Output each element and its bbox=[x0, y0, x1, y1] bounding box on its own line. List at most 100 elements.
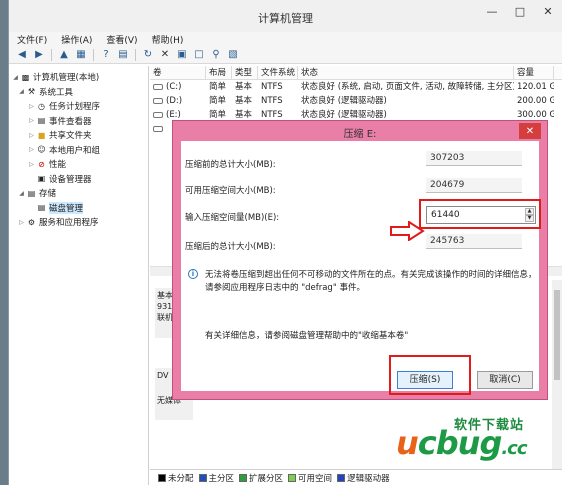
services-icon: ⚙ bbox=[27, 217, 36, 227]
help-icon[interactable]: ? bbox=[99, 48, 113, 62]
back-icon[interactable]: ◀ bbox=[15, 48, 29, 62]
legend-item: 未分配 bbox=[158, 472, 194, 484]
desktop-edge bbox=[0, 0, 8, 485]
show-hide-tree-icon[interactable]: ▦ bbox=[74, 48, 88, 62]
toolbar-separator bbox=[93, 48, 94, 61]
expand-arrow-icon[interactable]: ▷ bbox=[27, 146, 36, 153]
tree-item-event-viewer[interactable]: ▷ ▤ 事件查看器 bbox=[9, 114, 148, 129]
menu-bar: 文件(F) 操作(A) 查看(V) 帮助(H) bbox=[9, 32, 562, 46]
shrink-dialog: 压缩 E: ✕ 压缩前的总计大小(MB): 307203 可用压缩空间大小(MB… bbox=[172, 120, 548, 400]
input-highlight-box bbox=[419, 199, 541, 229]
table-row[interactable]: (C:) 简单 基本 NTFS 状态良好 (系统, 启动, 页面文件, 活动, … bbox=[150, 80, 562, 94]
tree-item-task-scheduler[interactable]: ▷ ◷ 任务计划程序 bbox=[9, 99, 148, 114]
expand-arrow-icon[interactable]: ▷ bbox=[27, 117, 36, 124]
tree-item-performance[interactable]: ▷ ⊘ 性能 bbox=[9, 157, 148, 172]
collapse-arrow-icon[interactable]: ◢ bbox=[17, 88, 26, 95]
total-after-value: 245763 bbox=[426, 234, 522, 249]
toolbar: ◀ ▶ ▲ ▦ ? ▤ ↻ ✕ ▣ □ ⚲ ▧ bbox=[9, 46, 562, 64]
menu-action[interactable]: 操作(A) bbox=[61, 33, 92, 46]
column-header-type[interactable]: 类型 bbox=[232, 66, 258, 79]
users-icon: ☺ bbox=[37, 145, 46, 155]
watermark-brand: ucbug.cc bbox=[396, 424, 528, 462]
tree-item-disk-management[interactable]: ▤ 磁盘管理 bbox=[9, 201, 148, 216]
volume-icon bbox=[153, 111, 163, 118]
open-icon[interactable]: ▣ bbox=[175, 48, 189, 62]
legend-swatch bbox=[337, 473, 346, 482]
legend-item: 可用空间 bbox=[288, 472, 332, 484]
column-header-filesystem[interactable]: 文件系统 bbox=[258, 66, 298, 79]
tree-item-shared-folders[interactable]: ▷ ■ 共享文件夹 bbox=[9, 128, 148, 143]
shrink-amount-label: 输入压缩空间量(MB)(E): bbox=[185, 213, 280, 223]
tree-item-system-tools[interactable]: ◢ ⚒ 系统工具 bbox=[9, 85, 148, 100]
menu-view[interactable]: 查看(V) bbox=[106, 33, 137, 46]
cancel-button[interactable]: 取消(C) bbox=[477, 371, 533, 389]
legend-swatch bbox=[239, 473, 248, 482]
menu-file[interactable]: 文件(F) bbox=[17, 33, 47, 46]
search-icon[interactable]: ⚲ bbox=[209, 48, 223, 62]
column-header-status[interactable]: 状态 bbox=[298, 66, 514, 79]
close-button[interactable]: ✕ bbox=[534, 0, 562, 22]
window-controls: — □ ✕ bbox=[478, 0, 562, 22]
expand-arrow-icon[interactable]: ▷ bbox=[17, 219, 26, 226]
delete-icon[interactable]: ✕ bbox=[158, 48, 172, 62]
event-viewer-icon: ▤ bbox=[37, 116, 46, 126]
performance-icon: ⊘ bbox=[38, 159, 45, 169]
expand-arrow-icon[interactable]: ▷ bbox=[27, 161, 36, 168]
scrollbar-thumb[interactable] bbox=[554, 290, 560, 380]
toolbar-separator bbox=[51, 48, 52, 61]
legend-swatch bbox=[158, 473, 166, 482]
column-header-capacity[interactable]: 容量 bbox=[514, 66, 554, 79]
export-icon[interactable]: ▧ bbox=[226, 48, 240, 62]
volume-icon bbox=[153, 83, 163, 90]
forward-icon[interactable]: ▶ bbox=[32, 48, 46, 62]
total-before-label: 压缩前的总计大小(MB): bbox=[185, 160, 276, 170]
maximize-button[interactable]: □ bbox=[506, 0, 534, 22]
tree-item-root[interactable]: ◢ ▩ 计算机管理(本地) bbox=[9, 70, 148, 85]
tree-item-storage[interactable]: ◢ ▤ 存储 bbox=[9, 186, 148, 201]
legend-item: 逻辑驱动器 bbox=[337, 472, 390, 484]
tree-item-device-manager[interactable]: ▣ 设备管理器 bbox=[9, 172, 148, 187]
help-text: 有关详细信息，请参阅磁盘管理帮助中的"收缩基本卷" bbox=[205, 331, 409, 341]
legend-item: 扩展分区 bbox=[239, 472, 283, 484]
site-watermark-logo: 软件下载站 ucbug.cc bbox=[396, 410, 556, 470]
collapse-arrow-icon[interactable]: ◢ bbox=[17, 190, 26, 197]
available-space-label: 可用压缩空间大小(MB): bbox=[185, 186, 276, 196]
tree-item-local-users[interactable]: ▷ ☺ 本地用户和组 bbox=[9, 143, 148, 158]
minimize-button[interactable]: — bbox=[478, 0, 506, 22]
refresh-icon[interactable]: ↻ bbox=[141, 48, 155, 62]
total-before-value: 307203 bbox=[426, 151, 522, 166]
volume-icon bbox=[153, 125, 163, 132]
expand-arrow-icon[interactable]: ▷ bbox=[27, 132, 36, 139]
dialog-close-button[interactable]: ✕ bbox=[519, 123, 541, 139]
toolbar-separator bbox=[135, 48, 136, 61]
column-header-volume[interactable]: 卷 bbox=[150, 66, 206, 79]
disk-legend: 未分配 主分区 扩展分区 可用空间 逻辑驱动器 bbox=[150, 469, 562, 485]
properties-icon[interactable]: ▤ bbox=[116, 48, 130, 62]
navigation-tree: ◢ ▩ 计算机管理(本地) ◢ ⚒ 系统工具 ▷ ◷ 任务计划程序 ▷ ▤ 事件… bbox=[9, 66, 149, 485]
shrink-button-highlight-box bbox=[389, 355, 471, 395]
info-icon: i bbox=[188, 269, 198, 279]
expand-arrow-icon[interactable]: ▷ bbox=[27, 103, 36, 110]
up-folder-icon[interactable]: ▲ bbox=[57, 48, 71, 62]
clock-icon: ◷ bbox=[38, 101, 45, 111]
folder-icon[interactable]: □ bbox=[192, 48, 206, 62]
column-header-layout[interactable]: 布局 bbox=[206, 66, 232, 79]
tree-item-services[interactable]: ▷ ⚙ 服务和应用程序 bbox=[9, 215, 148, 230]
tools-icon: ⚒ bbox=[27, 87, 36, 97]
dialog-title: 压缩 E: bbox=[343, 129, 377, 140]
legend-swatch bbox=[288, 473, 297, 482]
folder-icon: ■ bbox=[37, 130, 46, 140]
device-manager-icon: ▣ bbox=[37, 174, 46, 184]
volume-table-header: 卷 布局 类型 文件系统 状态 容量 bbox=[150, 66, 562, 80]
legend-item: 主分区 bbox=[198, 472, 234, 484]
title-bar: 计算机管理 — □ ✕ bbox=[9, 0, 562, 32]
disk-icon: ▤ bbox=[37, 203, 46, 213]
total-after-label: 压缩后的总计大小(MB): bbox=[185, 242, 276, 252]
computer-icon: ▩ bbox=[21, 72, 30, 82]
collapse-arrow-icon[interactable]: ◢ bbox=[11, 74, 20, 81]
legend-swatch bbox=[198, 473, 207, 482]
menu-help[interactable]: 帮助(H) bbox=[152, 33, 184, 46]
storage-icon: ▤ bbox=[27, 188, 36, 198]
table-row[interactable]: (D:) 简单 基本 NTFS 状态良好 (逻辑驱动器) 200.00 G bbox=[150, 94, 562, 108]
dialog-body: 压缩前的总计大小(MB): 307203 可用压缩空间大小(MB): 20467… bbox=[181, 141, 541, 395]
